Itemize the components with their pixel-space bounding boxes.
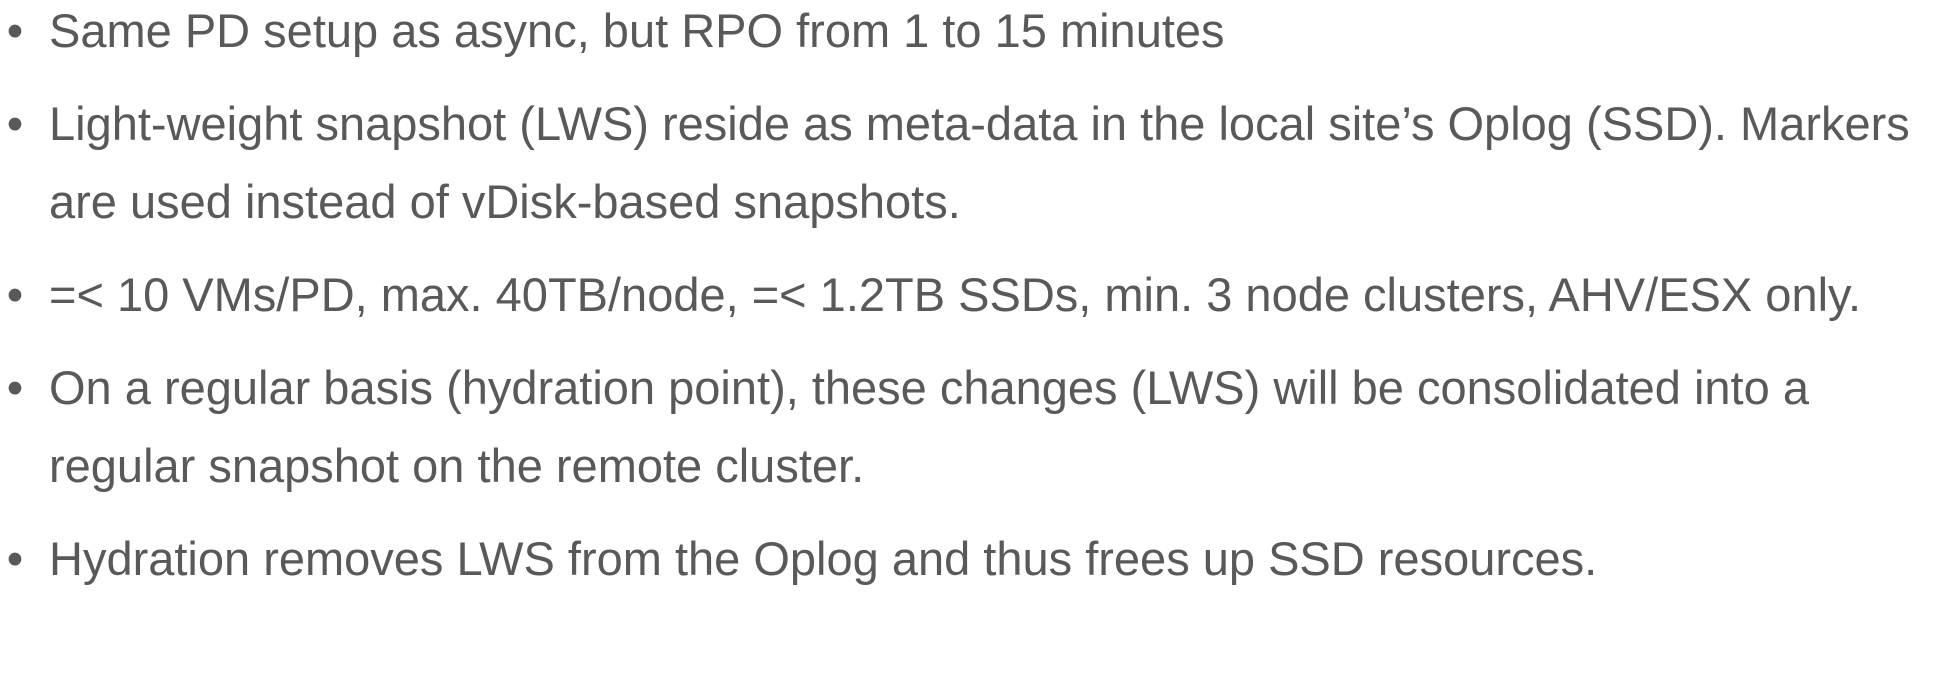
- bullet-item-hydration-frees: • Hydration removes LWS from the Oplog a…: [0, 520, 1941, 598]
- bullet-dot-icon: •: [6, 361, 24, 414]
- bullet-item-lws: • Light-weight snapshot (LWS) reside as …: [0, 85, 1941, 241]
- bullet-dot-icon: •: [6, 532, 24, 585]
- bullet-item-limits: • =< 10 VMs/PD, max. 40TB/node, =< 1.2TB…: [0, 256, 1941, 334]
- bullet-item-rpo: • Same PD setup as async, but RPO from 1…: [0, 0, 1941, 70]
- bullet-dot-icon: •: [6, 97, 24, 150]
- bullet-text: =< 10 VMs/PD, max. 40TB/node, =< 1.2TB S…: [49, 268, 1862, 321]
- bullet-list: • Same PD setup as async, but RPO from 1…: [0, 0, 1941, 613]
- bullet-text: Light-weight snapshot (LWS) reside as me…: [49, 97, 1910, 228]
- bullet-item-hydration-point: • On a regular basis (hydration point), …: [0, 349, 1941, 505]
- bullet-dot-icon: •: [6, 268, 24, 321]
- bullet-dot-icon: •: [6, 4, 24, 57]
- bullet-text: Hydration removes LWS from the Oplog and…: [49, 532, 1598, 585]
- bullet-text: Same PD setup as async, but RPO from 1 t…: [49, 4, 1225, 57]
- bullet-text: On a regular basis (hydration point), th…: [49, 361, 1809, 492]
